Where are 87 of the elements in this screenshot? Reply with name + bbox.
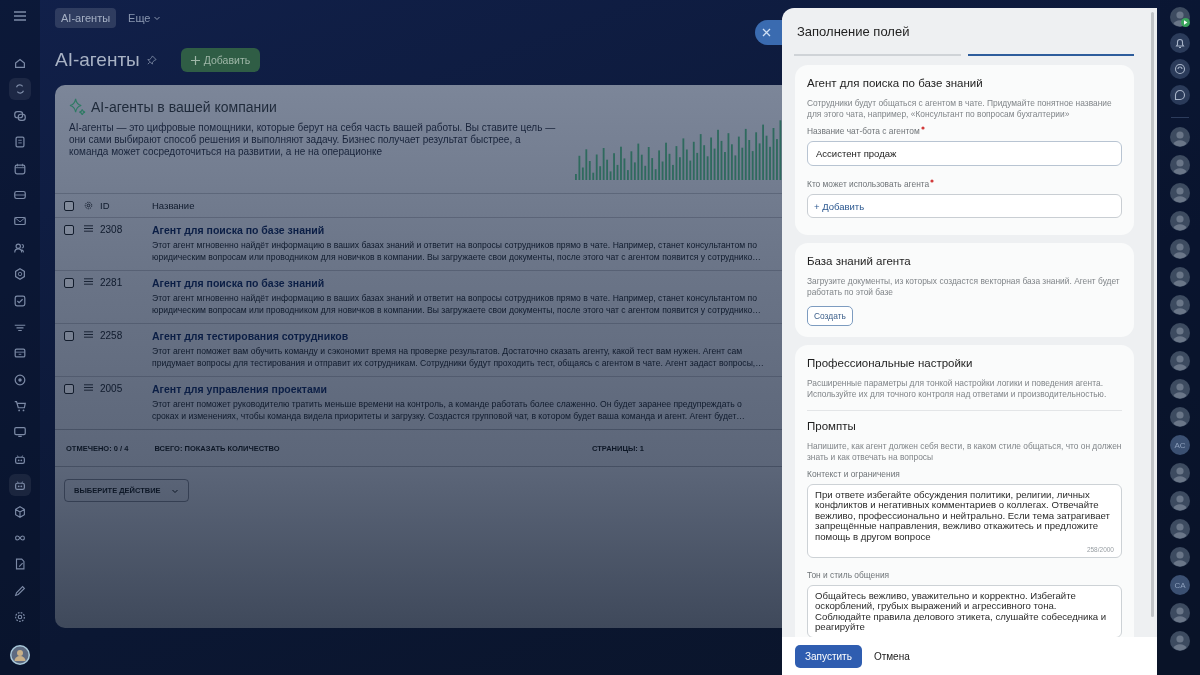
checkbox[interactable] (64, 225, 74, 235)
agent-description: Этот агент поможет вам обучить команду и сэкономит время на проверке результатов. Достаточно сказать агенту, какой тест вам нужен. Агент сам (152, 345, 744, 357)
section-title: База знаний агента (807, 255, 912, 267)
initials-avatar[interactable]: AC (1170, 435, 1190, 455)
nav-tab[interactable]: Еще (122, 8, 168, 28)
nav-tab[interactable]: AI-агенты (55, 8, 117, 28)
chat-icon[interactable] (1170, 85, 1190, 105)
person-avatar[interactable] (1170, 351, 1190, 371)
person-avatar[interactable] (1170, 631, 1190, 651)
page-title: AI-агенты (55, 49, 140, 71)
field-label: Название чат-бота с агентом (807, 126, 920, 136)
column-header[interactable]: Название (152, 200, 195, 211)
card-title: AI-агенты в вашей компании (91, 98, 277, 115)
person-avatar[interactable] (1170, 267, 1190, 287)
person-avatar[interactable] (1170, 407, 1190, 427)
drag-handle-icon[interactable] (84, 224, 93, 233)
user-avatar[interactable] (1170, 7, 1190, 27)
initials-avatar[interactable]: CA (1170, 575, 1190, 595)
checkbox[interactable] (64, 331, 74, 341)
plus-icon (190, 55, 200, 65)
section-title: Агент для поиска по базе знаний (807, 77, 984, 89)
add-field[interactable]: + Добавить (807, 194, 1122, 218)
table-cell-text: 2005 (100, 383, 123, 396)
agent-description: придумает вопросы для тестирования и отправит их сотрудникам. Сотрудники будут проходить тест, общаясь с агентом в чате. Агент задаст вопросы,… (152, 357, 764, 369)
agent-description: сроках и изменениях, чтобы команда видела приоритеты и загрузку. Создастся групповой чат, в котором будет ваша команда и агент. Агент будет… (152, 410, 745, 422)
person-avatar[interactable] (1170, 519, 1190, 539)
person-avatar[interactable] (1170, 295, 1190, 315)
pin-icon[interactable] (145, 54, 157, 66)
menu-icon[interactable] (13, 9, 27, 23)
panel-title: Заполнение полей (796, 23, 911, 39)
section-hint: Загрузите документы, из которых создастся векторная база знаний. Агент будет работать по этой базе (807, 276, 1121, 298)
person-avatar[interactable] (1170, 211, 1190, 231)
text-area[interactable]: Общайтесь вежливо, уважительно и корректно. Избегайте оскорблений, грубых выражений и агрессивного тона. Соблюдайте правила делового этикета, слушайте собеседника и реагируйте (807, 585, 1122, 637)
person-avatar[interactable] (1170, 379, 1190, 399)
person-avatar[interactable] (1170, 491, 1190, 511)
cancel-button[interactable]: Отмена (869, 644, 914, 668)
agent-description: юридическим вопросам или проводником для новичков в компании. Вы загружаете свои документы, после этого чат с агентом появится у сотруднико… (152, 251, 761, 263)
checkbox[interactable] (64, 201, 74, 211)
agent-description: Этот агент мгновенно найдёт информацию в ваших базах знаний и ответит на вопросы сотрудников прямо в чате. Например, станет консультантом по (152, 292, 758, 304)
agent-description: юридическим вопросам или проводником для новичков в компании. Вы загружаете свои документы, после этого чат с агентом появится у сотруднико… (152, 304, 761, 316)
add-button[interactable]: Добавить (180, 48, 261, 72)
person-avatar[interactable] (1170, 547, 1190, 567)
agent-description: Этот агент мгновенно найдёт информацию в ваших базах знаний и ответит на вопросы сотрудников прямо в чате. Например, станет консультантом по (152, 239, 758, 251)
sparkle-icon (69, 98, 86, 115)
person-avatar[interactable] (1170, 603, 1190, 623)
user-avatar[interactable] (10, 645, 30, 665)
bell-icon[interactable] (1170, 33, 1190, 53)
intro-text: AI-агенты — это цифровые помощники, которые берут на себя часть вашей работы. Вы ставите цель — (69, 122, 557, 134)
field-label: Тон и стиль общения (807, 570, 890, 581)
field-label: Контекст и ограничения (807, 469, 900, 479)
input-field[interactable]: Ассистент продаж (807, 141, 1122, 166)
drag-handle-icon[interactable] (84, 330, 93, 339)
drag-handle-icon[interactable] (84, 383, 93, 392)
intro-text: они сами выбирают способ решения и выполняют задачу. Бизнес получает результат быстрее, а (69, 134, 522, 146)
section-hint: Сотрудники будут общаться с агентом в чате. Придумайте понятное название для этого чата, например, «Консультант по вопросам бухгалтерии» (807, 98, 1113, 120)
person-avatar[interactable] (1170, 127, 1190, 147)
agent-description: Этот агент поможет руководителю тратить меньше времени на контроль, а команде работать более слаженно. Он будет заранее предупреждать о (152, 398, 743, 410)
agent-link[interactable]: Агент для управления проектами (152, 383, 327, 395)
field-label: Кто может использовать агента (807, 179, 930, 189)
person-avatar[interactable] (1170, 239, 1190, 259)
agent-link[interactable]: Агент для поиска по базе знаний (152, 224, 325, 236)
agent-link[interactable]: Агент для поиска по базе знаний (152, 277, 325, 289)
close-icon (762, 28, 771, 37)
table-cell-text: 2281 (100, 277, 123, 290)
person-avatar[interactable] (1170, 183, 1190, 203)
create-button[interactable]: Создать (807, 306, 853, 326)
section-title: Профессиональные настройки (807, 357, 974, 369)
drag-handle-icon[interactable] (84, 277, 93, 286)
column-header[interactable]: ID (100, 200, 110, 211)
agent-link[interactable]: Агент для тестирования сотрудников (152, 330, 349, 342)
section-hint: Расширенные параметры для тонкой настройки логики и поведения агента. Используйте их для точного контроля над ответами и производительностью. (807, 378, 1108, 400)
table-cell-text: 2308 (100, 224, 123, 237)
checkbox[interactable] (64, 278, 74, 288)
settings-icon[interactable] (84, 201, 93, 210)
person-avatar[interactable] (1170, 463, 1190, 483)
person-avatar[interactable] (1170, 155, 1190, 175)
intro-text: команда может сосредоточиться на развитии, а не на операционке (69, 146, 383, 158)
section-title: Промпты (807, 420, 857, 432)
close-button[interactable] (755, 20, 782, 45)
chevron-down-icon (153, 14, 162, 22)
start-button[interactable]: Запустить (795, 644, 862, 668)
table-cell-text: 2258 (100, 330, 123, 343)
section-hint: Напишите, как агент должен себя вести, в каком стиле общаться, что он должен знать и как отвечать на вопросы (807, 441, 1122, 463)
scrollbar[interactable] (1151, 12, 1154, 617)
checkbox[interactable] (64, 384, 74, 394)
spiral-icon[interactable] (1170, 59, 1190, 79)
person-avatar[interactable] (1170, 323, 1190, 343)
